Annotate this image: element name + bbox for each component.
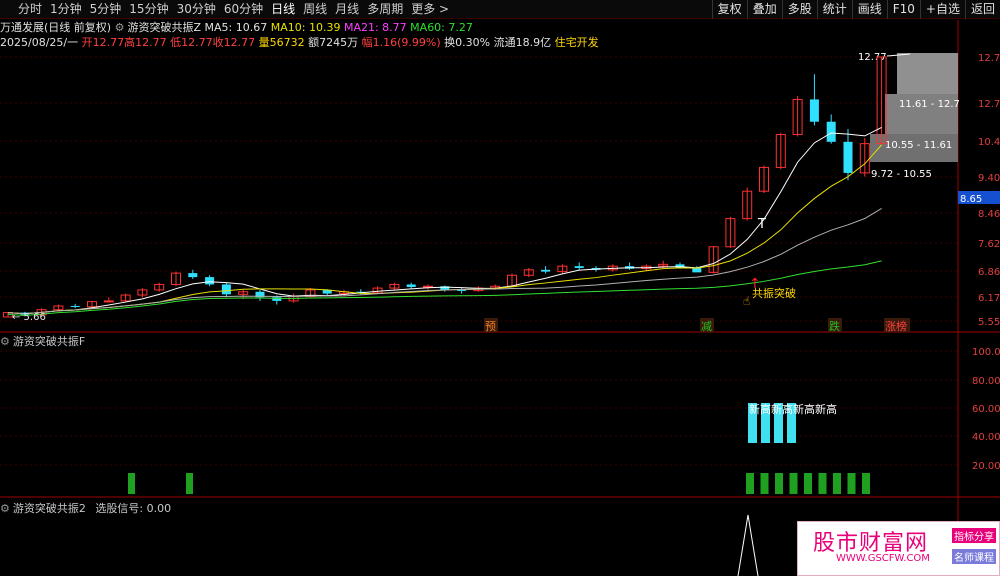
signal-label: 减 xyxy=(701,320,712,333)
signal-bar xyxy=(818,473,827,494)
indicator-axis-label: 80.00 xyxy=(972,376,1000,387)
chip-block xyxy=(897,53,958,94)
change-value: 幅1.16(9.99%) xyxy=(361,36,441,49)
low-marker: ← 5.66 xyxy=(12,312,46,323)
gear-icon[interactable]: ⚙ xyxy=(0,335,10,348)
date-value: 2025/08/25/一 xyxy=(0,36,79,49)
price-axis-label: 8.46 xyxy=(978,209,1000,220)
signal-bar xyxy=(746,473,754,494)
indicator-axis-label: 100.00 xyxy=(972,347,1000,358)
select-signal: 选股信号: 0.00 xyxy=(95,502,172,515)
candle-body xyxy=(406,284,416,287)
new-high-text: 新高新高新高新高 xyxy=(749,402,837,416)
chip-label: 10.55 - 11.61 xyxy=(885,140,952,151)
chip-label: 9.72 - 10.55 xyxy=(871,169,932,180)
high-value: 高12.77 xyxy=(124,36,167,49)
candle-body xyxy=(574,266,584,268)
candle-body xyxy=(70,306,80,308)
signal-bar xyxy=(847,473,856,494)
indicator-axis-label: 60.00 xyxy=(972,404,1000,415)
t-mark: T xyxy=(757,217,766,232)
open-value: 开12.77 xyxy=(81,36,125,49)
signal-bar xyxy=(804,473,812,494)
pane2-title: 游资突破共振F xyxy=(12,335,86,348)
candle-body xyxy=(809,99,819,122)
signal-bar xyxy=(128,473,135,494)
price-axis-label: 12.77 xyxy=(978,53,1000,64)
candle-body xyxy=(221,284,231,295)
info-line-2: 2025/08/25/一 开12.77高12.77 低12.77收12.77 量… xyxy=(0,35,599,50)
signal-bar xyxy=(775,473,783,494)
signal-bar xyxy=(789,473,798,494)
info-line-1: 万通发展(日线 前复权) ⚙ 游资突破共振Z MA5: 10.67 MA10: 1… xyxy=(0,20,473,35)
watermark: 股市财富网 WWW.GSCFW.COM 指标分享 名师课程 xyxy=(797,521,1000,576)
candle-body xyxy=(843,141,853,173)
chip-label: 12.77 xyxy=(858,52,887,63)
pane2-title-row: ⚙ 游资突破共振F xyxy=(0,333,85,349)
signal-label: 预 xyxy=(485,320,496,333)
sector-value: 住宅开发 xyxy=(554,36,599,49)
candle-body xyxy=(205,277,215,285)
signal-label: 跌 xyxy=(829,319,840,333)
gear-icon[interactable]: ⚙ xyxy=(0,502,10,515)
ma60-value: MA60: 7.27 xyxy=(410,21,473,34)
chip-label: 11.61 - 12.7 xyxy=(899,99,960,110)
candle-body xyxy=(826,121,836,142)
close-value: 收12.77 xyxy=(212,36,256,49)
low-value: 低12.77 xyxy=(170,36,213,49)
candle-body xyxy=(692,267,702,273)
stock-title: 万通发展(日线 前复权) xyxy=(0,21,112,34)
signal-spike xyxy=(737,514,759,576)
candle-body xyxy=(103,300,114,303)
pane3-title-row: ⚙ 游资突破共振2 选股信号: 0.00 xyxy=(0,500,171,516)
watermark-tag-2: 名师课程 xyxy=(952,549,996,564)
hand-icon: ☝ xyxy=(743,294,750,308)
amount-value: 额7245万 xyxy=(308,36,359,49)
signal-bar xyxy=(186,473,193,494)
ma21-line xyxy=(7,207,882,315)
indicator-axis-label: 20.00 xyxy=(972,461,1000,472)
pane3-title: 游资突破共振2 xyxy=(12,502,86,515)
signal-bar xyxy=(862,473,870,494)
price-axis-label: 8.65 xyxy=(960,194,982,205)
watermark-url: WWW.GSCFW.COM xyxy=(836,553,930,564)
price-axis-label: 12.7 xyxy=(978,99,1000,110)
price-axis-label: 5.55 xyxy=(978,317,1000,328)
volume-value: 量56732 xyxy=(258,36,305,49)
price-axis-label: 9.40 xyxy=(978,173,1000,184)
candle-body xyxy=(541,269,551,272)
ma10-value: MA10: 10.39 xyxy=(270,21,341,34)
gear-icon[interactable]: ⚙ xyxy=(115,21,125,34)
price-axis-label: 6.17 xyxy=(978,293,1000,304)
turnover-value: 换0.30% xyxy=(444,36,491,49)
signal-bar xyxy=(833,473,841,494)
ma21-value: MA21: 8.77 xyxy=(343,21,407,34)
signal-label: 涨榜 xyxy=(885,319,907,333)
chart-canvas[interactable]: 12.77 12.7 10.45 9.40 8.65 8.46 7.62 6.86 6.17 5.… xyxy=(0,0,1000,576)
price-axis-label: 10.45 xyxy=(978,137,1000,148)
price-axis-label: 7.62 xyxy=(978,239,1000,250)
watermark-tag-1: 指标分享 xyxy=(952,528,996,543)
indicator-name: 游资突破共振Z xyxy=(127,21,202,34)
float-value: 流通18.9亿 xyxy=(493,36,552,49)
price-axis-label: 6.86 xyxy=(978,267,1000,278)
ma5-value: MA5: 10.67 xyxy=(204,21,268,34)
breakout-label: 共振突破 xyxy=(752,286,796,300)
signal-bar xyxy=(760,473,769,494)
candle-body xyxy=(423,285,433,288)
candle-body xyxy=(188,273,198,278)
indicator-axis-label: 40.00 xyxy=(972,432,1000,443)
